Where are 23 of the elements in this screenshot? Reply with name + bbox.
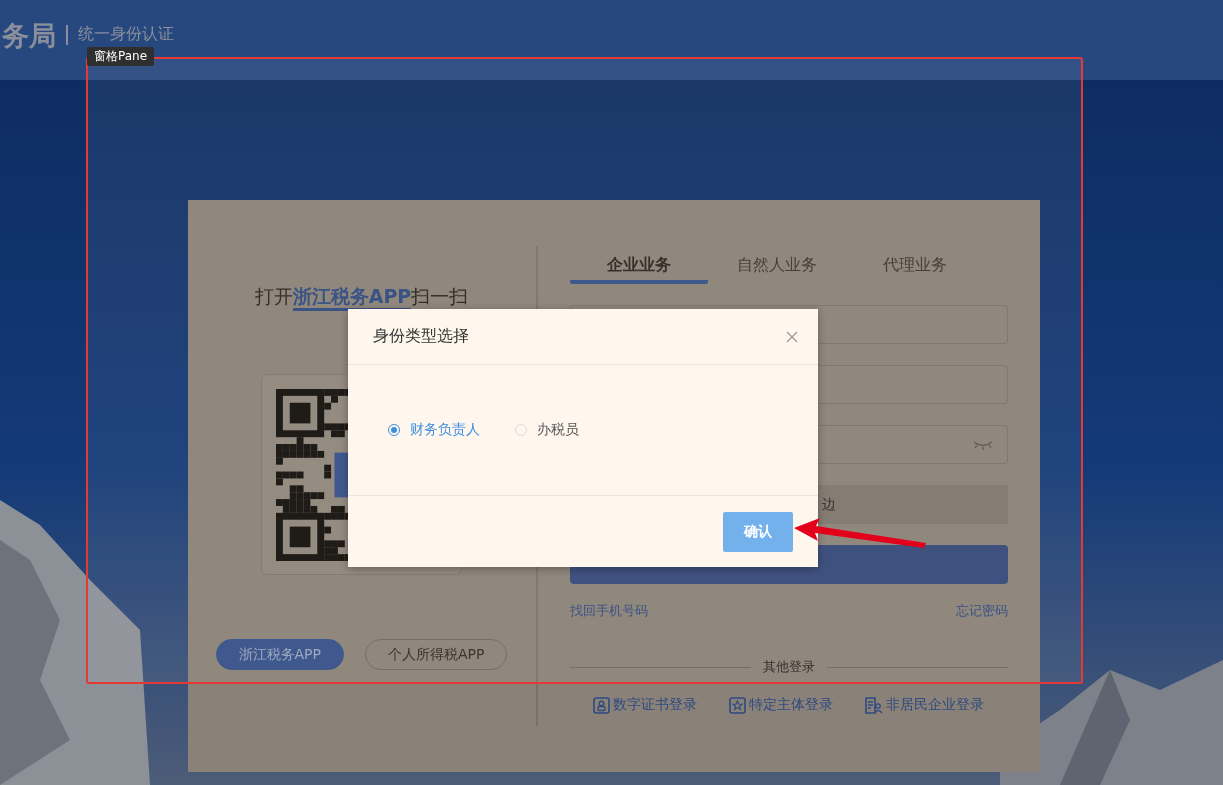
login-tab[interactable]: 自然人业务 (707, 246, 846, 284)
login-option-link[interactable]: 数字证书登录 (593, 696, 697, 714)
link[interactable]: 找回手机号码 (569, 602, 648, 620)
radio-option[interactable]: 财务负责人 (388, 421, 480, 439)
close-button[interactable] (786, 330, 798, 343)
dialog-title: 身份类型选择 (373, 326, 469, 347)
star-icon (729, 696, 746, 714)
divider-bar (66, 25, 68, 45)
certificate-icon (593, 696, 610, 714)
login-tab[interactable]: 企业业务 (569, 246, 708, 284)
login-tab[interactable]: 代理业务 (845, 246, 984, 284)
closed-eye-icon (972, 439, 993, 450)
confirm-button[interactable]: 确认 (723, 511, 793, 552)
app-toggle-button[interactable]: 浙江税务APP (215, 639, 344, 670)
document-person-icon (865, 696, 883, 714)
site-title: 务局 (2, 19, 56, 53)
other-login-title: 其他登录 (762, 658, 815, 676)
pane-tooltip: 窗格Pane (87, 47, 155, 66)
login-option-link[interactable]: 非居民企业登录 (865, 696, 984, 714)
link[interactable]: 忘记密码 (955, 602, 1008, 620)
radio-option[interactable]: 办税员 (515, 421, 579, 439)
site-subtitle: 统一身份认证 (78, 24, 174, 45)
login-option-link[interactable]: 特定主体登录 (729, 696, 833, 714)
